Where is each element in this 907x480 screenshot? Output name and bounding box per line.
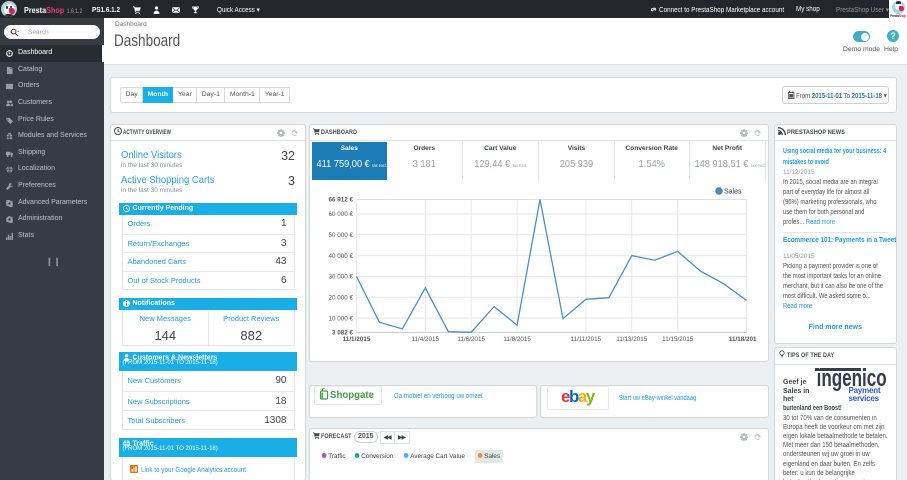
svg-text:11/1/2015: 11/1/2015 xyxy=(342,336,370,343)
svg-text:Sales: Sales xyxy=(724,189,742,196)
svg-text:20 000 €: 20 000 € xyxy=(328,294,353,301)
svg-text:40 000 €: 40 000 € xyxy=(328,253,353,260)
svg-text:11/6/2015: 11/6/2015 xyxy=(457,336,485,343)
svg-text:11/18/201: 11/18/201 xyxy=(728,336,756,343)
svg-text:30 000 €: 30 000 € xyxy=(328,274,353,281)
svg-text:11/4/2015: 11/4/2015 xyxy=(411,336,439,343)
svg-text:50 000 €: 50 000 € xyxy=(328,232,353,239)
svg-text:11/15/2015: 11/15/2015 xyxy=(662,336,694,343)
svg-text:10 000 €: 10 000 € xyxy=(328,315,353,322)
svg-text:66 912 €: 66 912 € xyxy=(328,197,353,204)
svg-text:11/11/2015: 11/11/2015 xyxy=(570,336,601,343)
svg-text:11/8/2015: 11/8/2015 xyxy=(503,336,531,343)
svg-text:60 000 €: 60 000 € xyxy=(328,211,353,218)
svg-text:11/13/2015: 11/13/2015 xyxy=(616,336,648,343)
